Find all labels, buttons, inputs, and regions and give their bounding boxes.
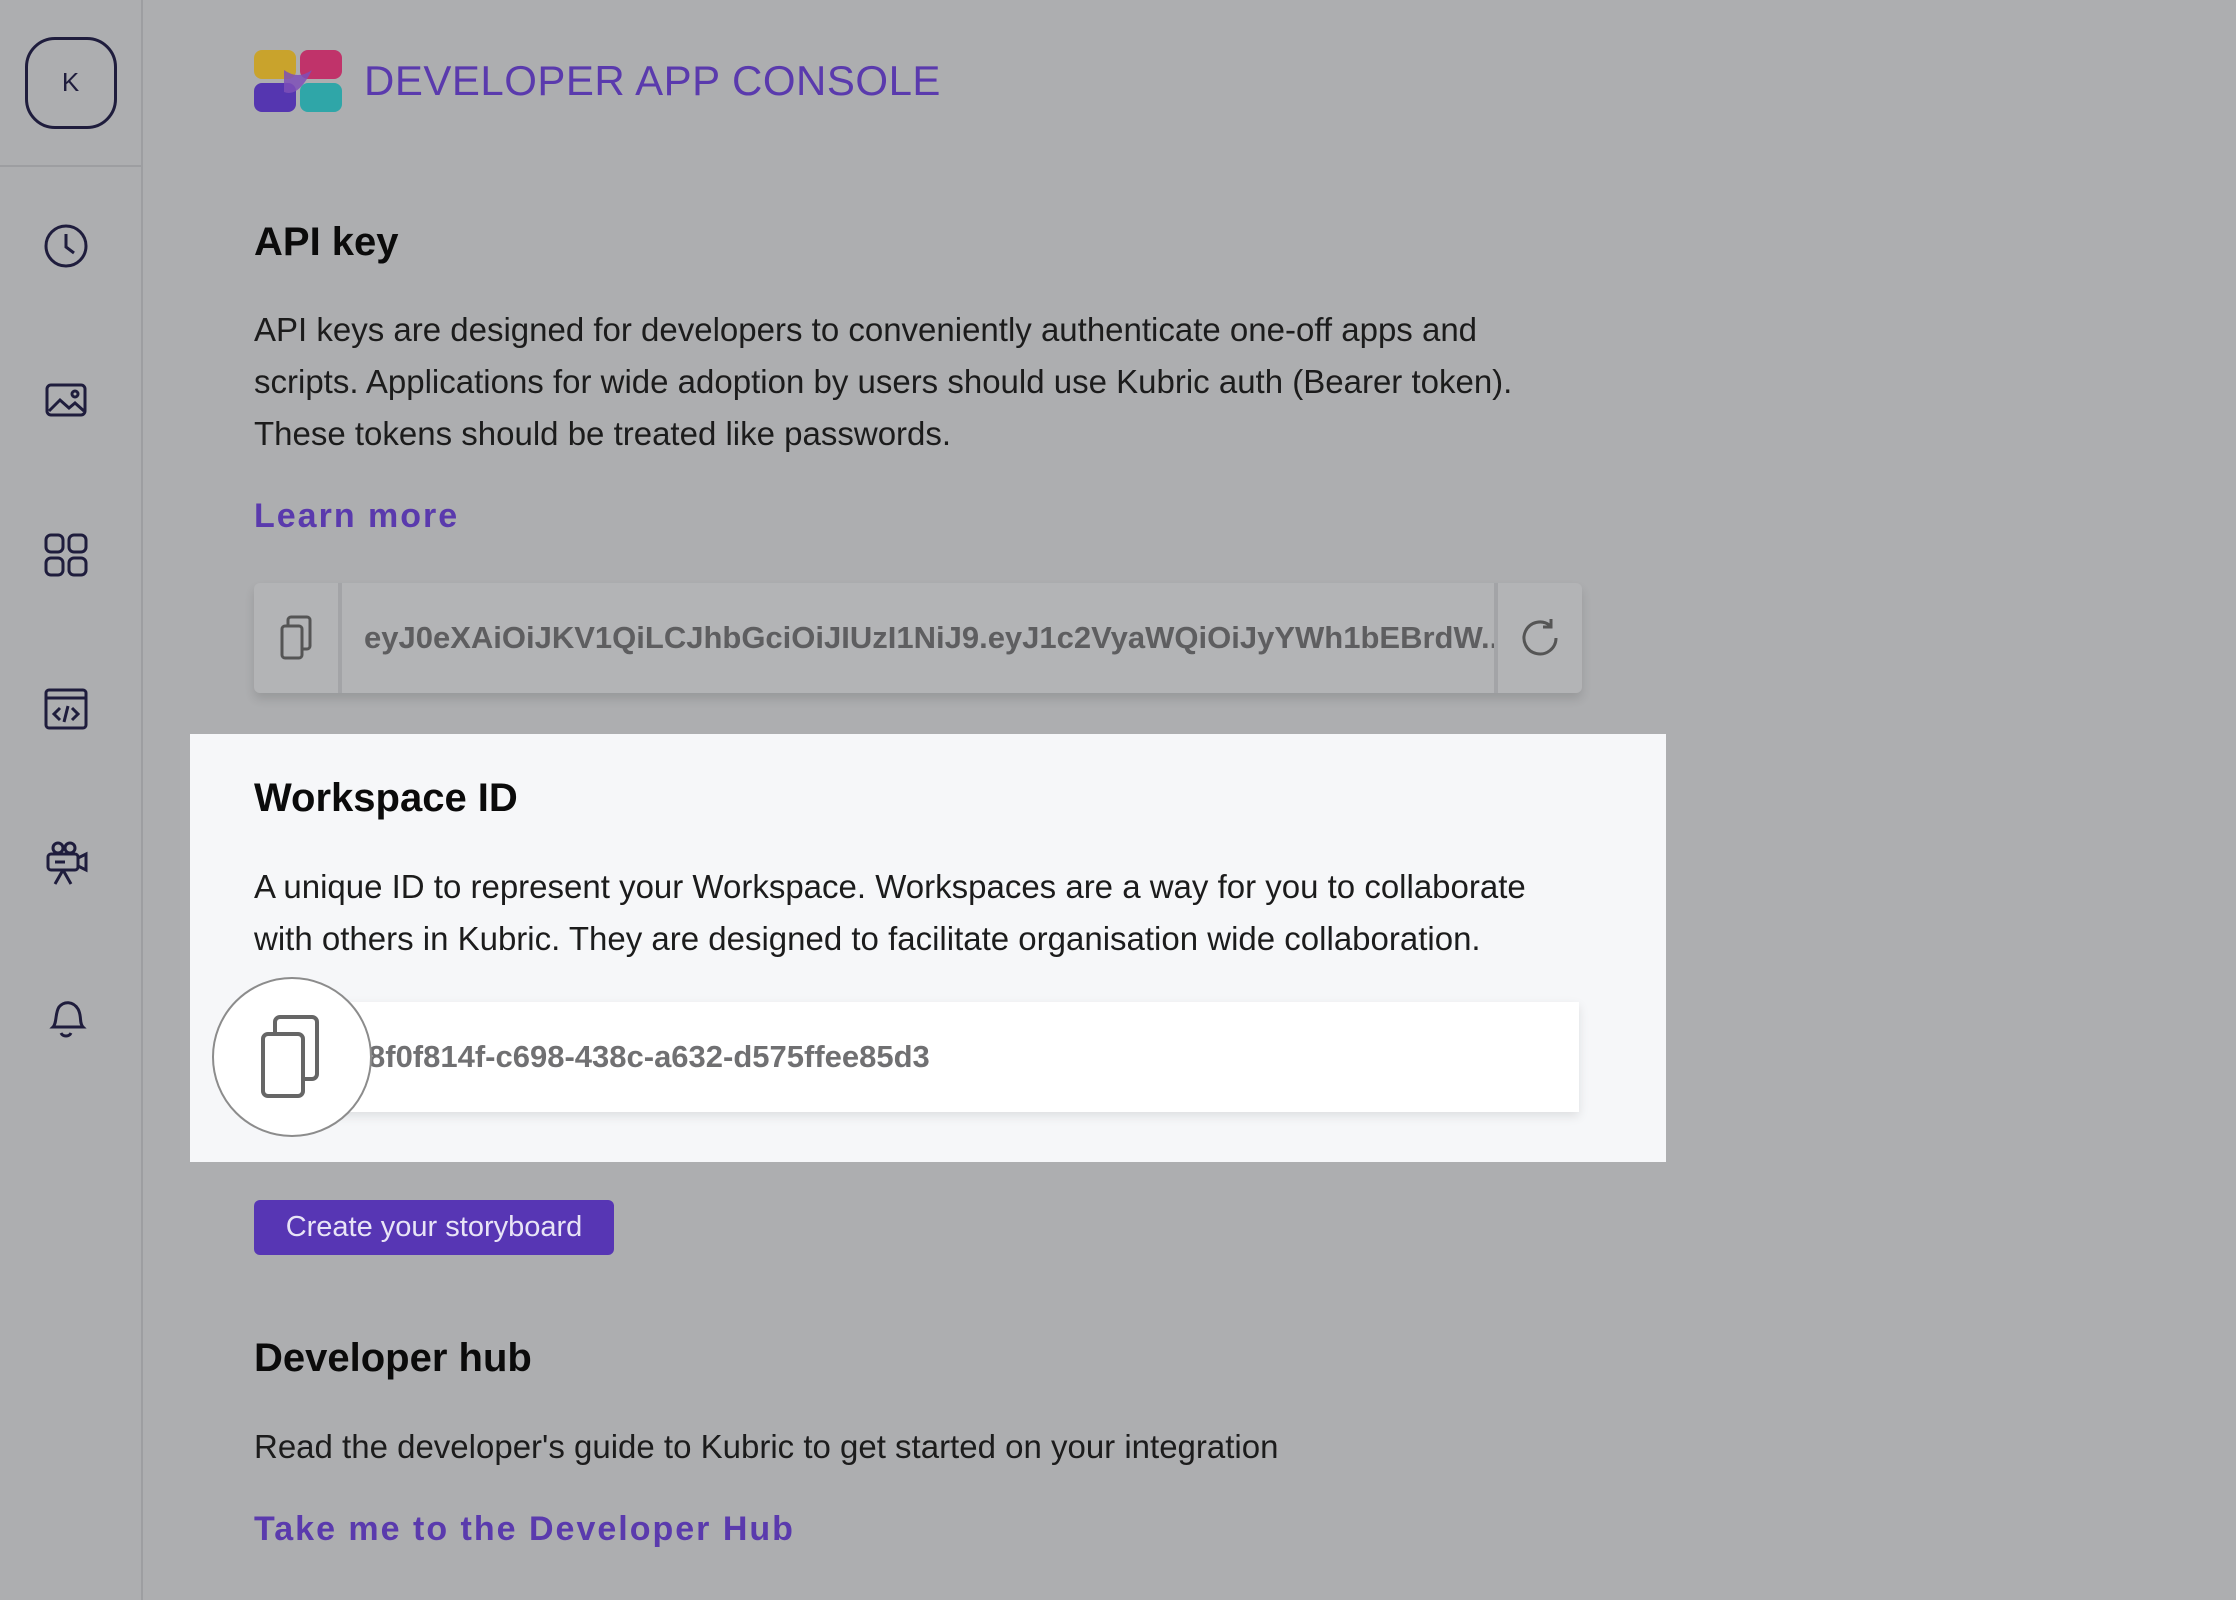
workspace-description-line: A unique ID to represent your Workspace.… [254, 868, 1526, 905]
api-key-description-line: scripts. Applications for wide adoption … [254, 363, 1513, 400]
copy-workspace-id-button[interactable] [212, 977, 372, 1137]
clock-icon[interactable] [38, 218, 94, 274]
refresh-icon [1522, 619, 1558, 656]
copy-icon [261, 1015, 319, 1098]
video-camera-icon[interactable] [38, 835, 94, 891]
sidebar-header: K [0, 0, 141, 167]
workspace-description-line: with others in Kubric. They are designed… [254, 920, 1481, 957]
grid-icon[interactable] [38, 527, 94, 583]
api-key-description-line: These tokens should be treated like pass… [254, 415, 952, 452]
avatar[interactable]: K [24, 36, 117, 129]
bell-icon[interactable] [38, 990, 94, 1046]
api-key-description: API keys are designed for developers to … [254, 304, 1654, 460]
developer-hub-link[interactable]: Take me to the Developer Hub [254, 1510, 795, 1549]
code-window-icon[interactable] [38, 681, 94, 737]
copy-icon [280, 615, 312, 660]
copy-api-key-button[interactable] [254, 583, 342, 693]
workspace-id-field[interactable]: 8f0f814f-c698-438c-a632-d575ffee85d3 [254, 1002, 1579, 1112]
api-key-field: eyJ0eXAiOiJKV1QiLCJhbGciOiJIUzI1NiJ9.eyJ… [254, 583, 1582, 693]
regenerate-api-key-button[interactable] [1494, 583, 1582, 693]
learn-more-link[interactable]: Learn more [254, 497, 459, 536]
image-icon[interactable] [38, 372, 94, 428]
brand-title: DEVELOPER APP CONSOLE [364, 57, 941, 104]
workspace-id-heading: Workspace ID [254, 776, 518, 820]
sidebar: K [0, 0, 143, 1600]
brand-header: DEVELOPER APP CONSOLE [254, 50, 941, 112]
api-key-value[interactable]: eyJ0eXAiOiJKV1QiLCJhbGciOiJIUzI1NiJ9.eyJ… [342, 583, 1494, 693]
api-key-description-line: API keys are designed for developers to … [254, 311, 1478, 348]
api-key-heading: API key [254, 220, 399, 264]
workspace-description: A unique ID to represent your Workspace.… [254, 861, 1654, 965]
developer-hub-description: Read the developer's guide to Kubric to … [254, 1428, 1279, 1465]
brand-logo-icon [254, 50, 342, 112]
create-storyboard-button[interactable]: Create your storyboard [254, 1200, 614, 1255]
developer-hub-heading: Developer hub [254, 1336, 532, 1380]
